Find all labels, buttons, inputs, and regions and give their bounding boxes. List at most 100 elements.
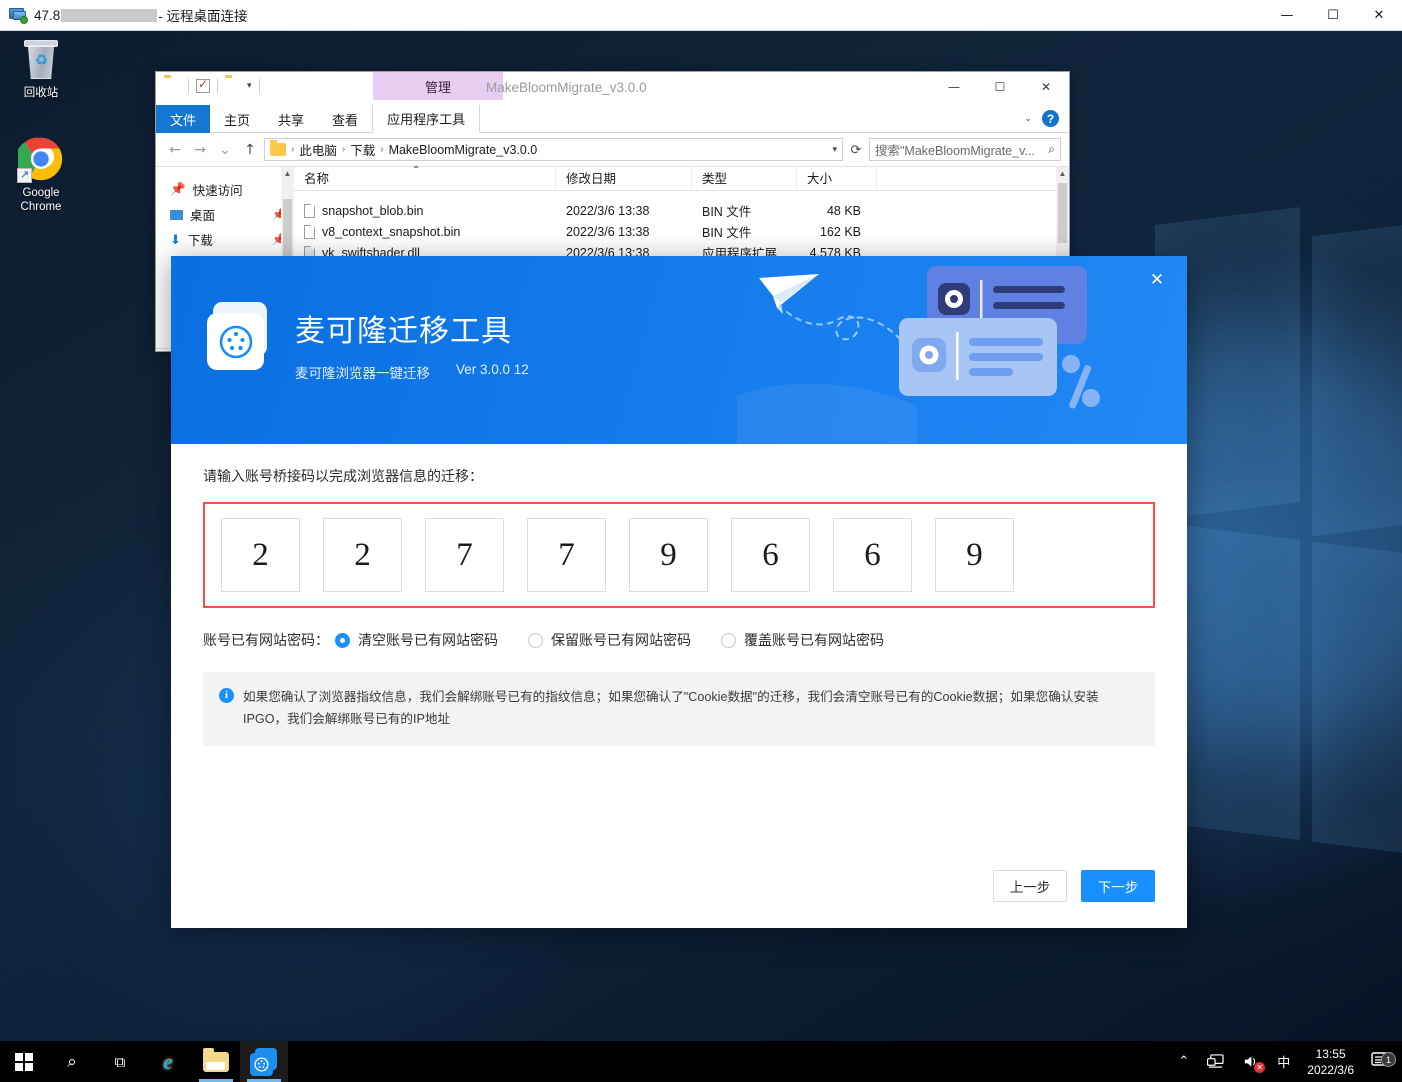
chevron-down-icon[interactable]: ⌄ — [1024, 113, 1032, 124]
folder-icon[interactable] — [164, 78, 181, 93]
table-row[interactable]: v8_context_snapshot.bin 2022/3/6 13:38 B… — [294, 221, 1069, 242]
column-header-date[interactable]: 修改日期 — [556, 166, 692, 191]
previous-step-button[interactable]: 上一步 — [993, 870, 1067, 902]
info-notice-text: 如果您确认了浏览器指纹信息，我们会解绑账号已有的指纹信息；如果您确认了"Cook… — [243, 690, 1099, 726]
dialog-title: 麦可隆迁移工具 — [295, 315, 512, 348]
ribbon-tab-share[interactable]: 共享 — [264, 105, 318, 133]
internet-explorer-icon: e — [163, 1048, 173, 1074]
explorer-quick-access-toolbar: ▾ — [156, 72, 263, 93]
dialog-close-button[interactable]: ✕ — [1143, 266, 1171, 294]
radio-label: 覆盖账号已有网站密码 — [744, 632, 884, 648]
help-icon[interactable]: ? — [1042, 110, 1059, 127]
taskbar-file-explorer[interactable] — [192, 1041, 240, 1082]
scroll-up-arrow[interactable]: ▲ — [1056, 167, 1069, 181]
sidebar-item-downloads[interactable]: ⬇ 下载 📌 — [156, 227, 294, 252]
action-center-button[interactable]: 1 — [1366, 1050, 1402, 1073]
explorer-maximize-button[interactable]: ☐ — [977, 72, 1023, 101]
explorer-minimize-button[interactable]: — — [931, 72, 977, 101]
pin-icon: 📌 — [170, 182, 186, 196]
rdp-minimize-button[interactable]: — — [1264, 0, 1310, 31]
code-digit-input-3[interactable]: 7 — [425, 518, 504, 592]
breadcrumb-this-pc[interactable]: 此电脑 — [299, 140, 337, 159]
desktop-icon-recycle-bin[interactable]: ♻ 回收站 — [2, 38, 80, 100]
sidebar-item-label: 桌面 — [190, 209, 216, 223]
taskbar-search-button[interactable]: ⌕ — [48, 1041, 96, 1082]
search-icon[interactable]: ⌕ — [1048, 142, 1055, 157]
sidebar-item-quick-access[interactable]: 📌 快速访问 — [156, 177, 294, 202]
column-header-type[interactable]: 类型 — [692, 166, 797, 191]
ribbon-tab-file[interactable]: 文件 — [156, 105, 211, 133]
address-breadcrumb[interactable]: › 此电脑 › 下载 › MakeBloomMigrate_v3.0.0 ▾ — [264, 138, 843, 161]
rdp-close-button[interactable]: ✕ — [1356, 0, 1402, 31]
taskbar-migrate-tool[interactable] — [240, 1041, 288, 1082]
sidebar-item-desktop[interactable]: 桌面 📌 — [156, 202, 294, 227]
radio-option-overwrite-passwords[interactable]: 覆盖账号已有网站密码 — [721, 630, 884, 650]
code-digit-input-5[interactable]: 9 — [629, 518, 708, 592]
refresh-icon[interactable]: ⟳ — [846, 142, 866, 158]
radio-option-keep-passwords[interactable]: 保留账号已有网站密码 — [528, 630, 691, 650]
code-digit-input-6[interactable]: 6 — [731, 518, 810, 592]
explorer-close-button[interactable]: ✕ — [1023, 72, 1069, 101]
column-header-name[interactable]: 名称 ⌃ — [294, 165, 556, 191]
new-folder-icon[interactable] — [225, 78, 242, 93]
radio-indicator[interactable] — [528, 632, 543, 648]
scrollbar-thumb[interactable] — [1058, 183, 1067, 243]
table-row[interactable]: snapshot_blob.bin 2022/3/6 13:38 BIN 文件 … — [294, 200, 1069, 221]
code-digit-input-2[interactable]: 2 — [323, 518, 402, 592]
next-step-button[interactable]: 下一步 — [1081, 870, 1155, 902]
taskbar: ⌕ ⧉ e ⌃ ✕ 中 13:55 2022/3/6 1 — [0, 1041, 1402, 1082]
breadcrumb-current-folder[interactable]: MakeBloomMigrate_v3.0.0 — [389, 143, 538, 157]
radio-option-clear-passwords[interactable]: 清空账号已有网站密码 — [335, 630, 498, 650]
dialog-subtitle-row: 麦可隆浏览器一键迁移 Ver 3.0.0 12 — [295, 362, 529, 382]
breadcrumb-downloads[interactable]: 下载 — [350, 140, 375, 159]
forward-button[interactable]: → — [189, 142, 211, 158]
desktop-icon-google-chrome[interactable]: ↗ Google Chrome — [2, 136, 80, 214]
ribbon-tab-home[interactable]: 主页 — [210, 105, 264, 133]
show-hidden-icons-chevron[interactable]: ⌃ — [1169, 1041, 1198, 1082]
network-icon[interactable] — [1198, 1041, 1233, 1082]
ribbon-tab-view[interactable]: 查看 — [318, 105, 372, 133]
divider — [258, 78, 260, 93]
code-digit-input-1[interactable]: 2 — [221, 518, 300, 592]
column-header-size[interactable]: 大小 — [797, 166, 877, 191]
taskbar-task-view-button[interactable]: ⧉ — [96, 1041, 144, 1082]
file-icon — [304, 203, 315, 218]
volume-muted-icon[interactable]: ✕ — [1233, 1041, 1268, 1082]
wallpaper-pane — [1312, 217, 1402, 537]
system-tray: ⌃ ✕ 中 13:55 2022/3/6 1 — [1169, 1041, 1402, 1082]
chevron-down-icon[interactable]: ▾ — [832, 144, 837, 155]
taskbar-internet-explorer[interactable]: e — [144, 1041, 192, 1082]
rdp-maximize-button[interactable]: ☐ — [1310, 0, 1356, 31]
scroll-up-arrow[interactable]: ▲ — [281, 167, 294, 181]
radio-label: 清空账号已有网站密码 — [358, 632, 498, 648]
radio-indicator[interactable] — [335, 632, 350, 648]
sidebar-item-label: 快速访问 — [192, 184, 243, 198]
rdp-titlebar: 47.8 - 远程桌面连接 — ☐ ✕ — [0, 0, 1402, 31]
migration-tool-dialog: 麦可隆迁移工具 麦可隆浏览器一键迁移 Ver 3.0.0 12 ✕ 请输入账号桥… — [171, 256, 1187, 928]
dialog-body: 请输入账号桥接码以完成浏览器信息的迁移： 2 2 7 7 9 6 6 9 账号已… — [171, 444, 1187, 928]
download-icon: ⬇ — [170, 231, 181, 247]
code-digit-input-4[interactable]: 7 — [527, 518, 606, 592]
muted-badge: ✕ — [1254, 1062, 1266, 1073]
radio-indicator[interactable] — [721, 632, 736, 648]
properties-icon[interactable] — [196, 77, 210, 93]
up-button[interactable]: ↑ — [239, 142, 261, 158]
code-digit-input-7[interactable]: 6 — [833, 518, 912, 592]
bridge-code-input-group: 2 2 7 7 9 6 6 9 — [203, 502, 1155, 608]
chevron-down-icon[interactable]: ▾ — [247, 80, 252, 91]
task-view-icon: ⧉ — [114, 1052, 126, 1071]
code-digit-input-8[interactable]: 9 — [935, 518, 1014, 592]
back-button[interactable]: ← — [164, 142, 186, 158]
recycle-bin-icon: ♻ — [19, 38, 63, 82]
rdp-window-controls: — ☐ ✕ — [1264, 0, 1402, 31]
start-button[interactable] — [0, 1041, 48, 1082]
ribbon-tab-app-tools[interactable]: 应用程序工具 — [372, 105, 481, 133]
recent-locations-button[interactable]: ⌄ — [214, 142, 236, 158]
taskbar-clock[interactable]: 13:55 2022/3/6 — [1299, 1046, 1366, 1078]
ime-indicator[interactable]: 中 — [1268, 1041, 1299, 1082]
divider — [217, 78, 218, 93]
explorer-window-controls: — ☐ ✕ — [931, 72, 1069, 101]
search-box[interactable]: 搜索"MakeBloomMigrate_v... ⌕ — [869, 138, 1061, 161]
chrome-label-line2: Chrome — [20, 201, 62, 213]
partially-scrolled-row — [294, 191, 1069, 200]
